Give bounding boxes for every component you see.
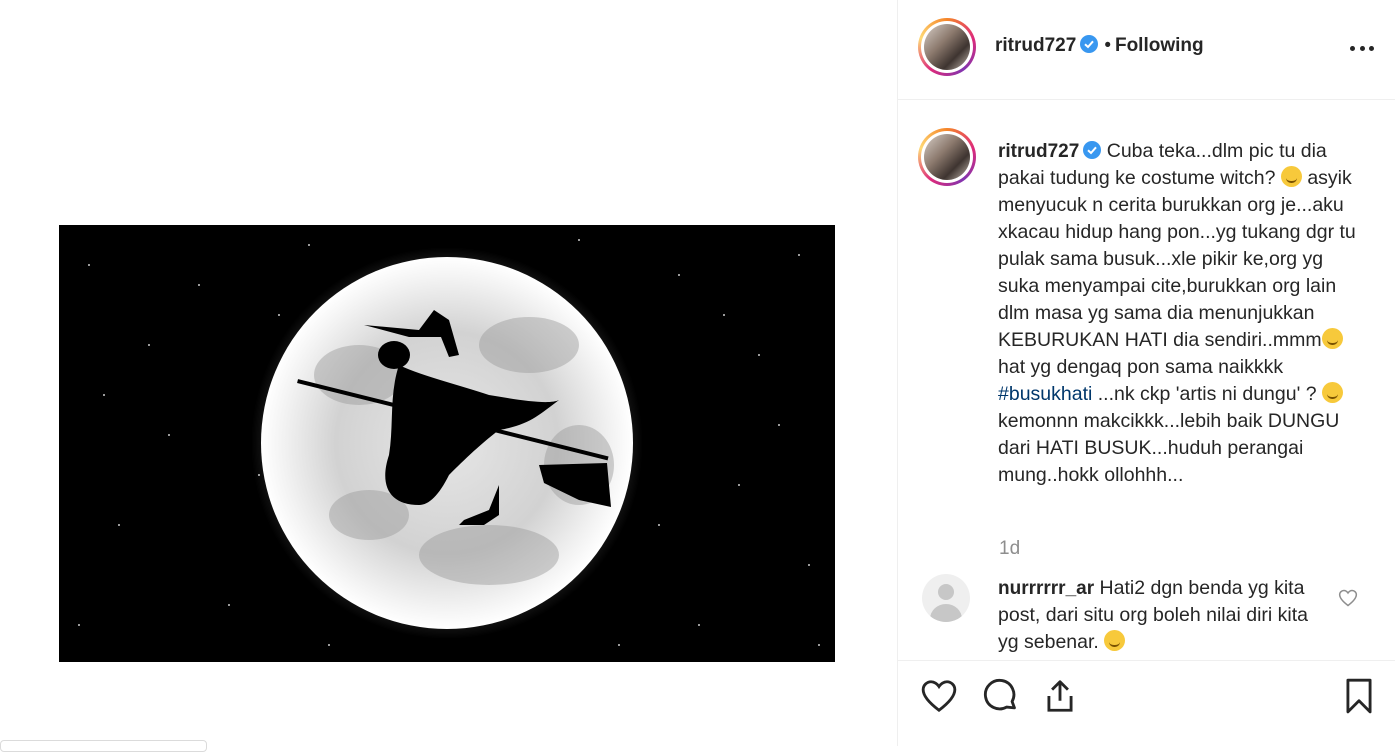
caption-text-part5: kemonnn makcikkk...lebih baik DUNGU dari… xyxy=(998,410,1340,486)
post-header: ritrud727 • Following xyxy=(898,0,1395,100)
hugging-emoji-icon xyxy=(1104,630,1126,651)
author-username[interactable]: ritrud727 xyxy=(995,35,1076,56)
caption-username[interactable]: ritrud727 xyxy=(998,141,1079,162)
bookmark-icon[interactable] xyxy=(1340,677,1378,715)
post-side-panel: ritrud727 • Following ritrud727 Cuba teka.… xyxy=(897,0,1395,746)
laughing-emoji-icon xyxy=(1321,382,1343,403)
following-button[interactable]: Following xyxy=(1115,35,1204,56)
thinking-emoji-icon xyxy=(1280,166,1302,187)
commenter-username[interactable]: nurrrrrr_ar xyxy=(998,578,1094,599)
comment-like-heart-icon[interactable] xyxy=(1338,588,1358,608)
author-avatar[interactable] xyxy=(918,18,976,76)
share-icon[interactable] xyxy=(1041,677,1079,715)
post-time[interactable]: 1d xyxy=(999,538,1020,560)
verified-badge-icon xyxy=(1083,141,1102,159)
header-user-line: ritrud727 • Following xyxy=(995,35,1204,57)
caption-text-part3: hat yg dengaq pon sama naikkkk xyxy=(998,356,1284,378)
verified-badge-icon xyxy=(1080,35,1099,53)
bottom-thumbnail-edge xyxy=(0,740,207,752)
post-image[interactable] xyxy=(59,225,835,662)
caption-text-part2: asyik menyucuk n cerita burukkan org je.… xyxy=(998,167,1356,351)
action-bar xyxy=(898,660,1395,746)
caption-text-part4: ...nk ckp 'artis ni dungu' ? xyxy=(1092,383,1322,405)
commenter-avatar[interactable] xyxy=(922,574,970,622)
thinking-emoji-icon xyxy=(1321,328,1343,349)
caption-author-avatar[interactable] xyxy=(918,128,976,186)
media-pane xyxy=(0,0,897,752)
heart-icon[interactable] xyxy=(920,677,958,715)
hashtag-link[interactable]: #busukhati xyxy=(998,383,1092,405)
comment-icon[interactable] xyxy=(982,677,1020,715)
comments-section[interactable]: ritrud727 Cuba teka...dlm pic tu dia pak… xyxy=(898,100,1395,660)
more-options-icon[interactable] xyxy=(1350,36,1374,60)
witch-moon-illustration xyxy=(59,225,835,662)
separator-dot: • xyxy=(1104,35,1111,56)
caption-text: ritrud727 Cuba teka...dlm pic tu dia pak… xyxy=(998,138,1358,489)
comment-text: nurrrrrr_ar Hati2 dgn benda yg kita post… xyxy=(998,575,1313,656)
